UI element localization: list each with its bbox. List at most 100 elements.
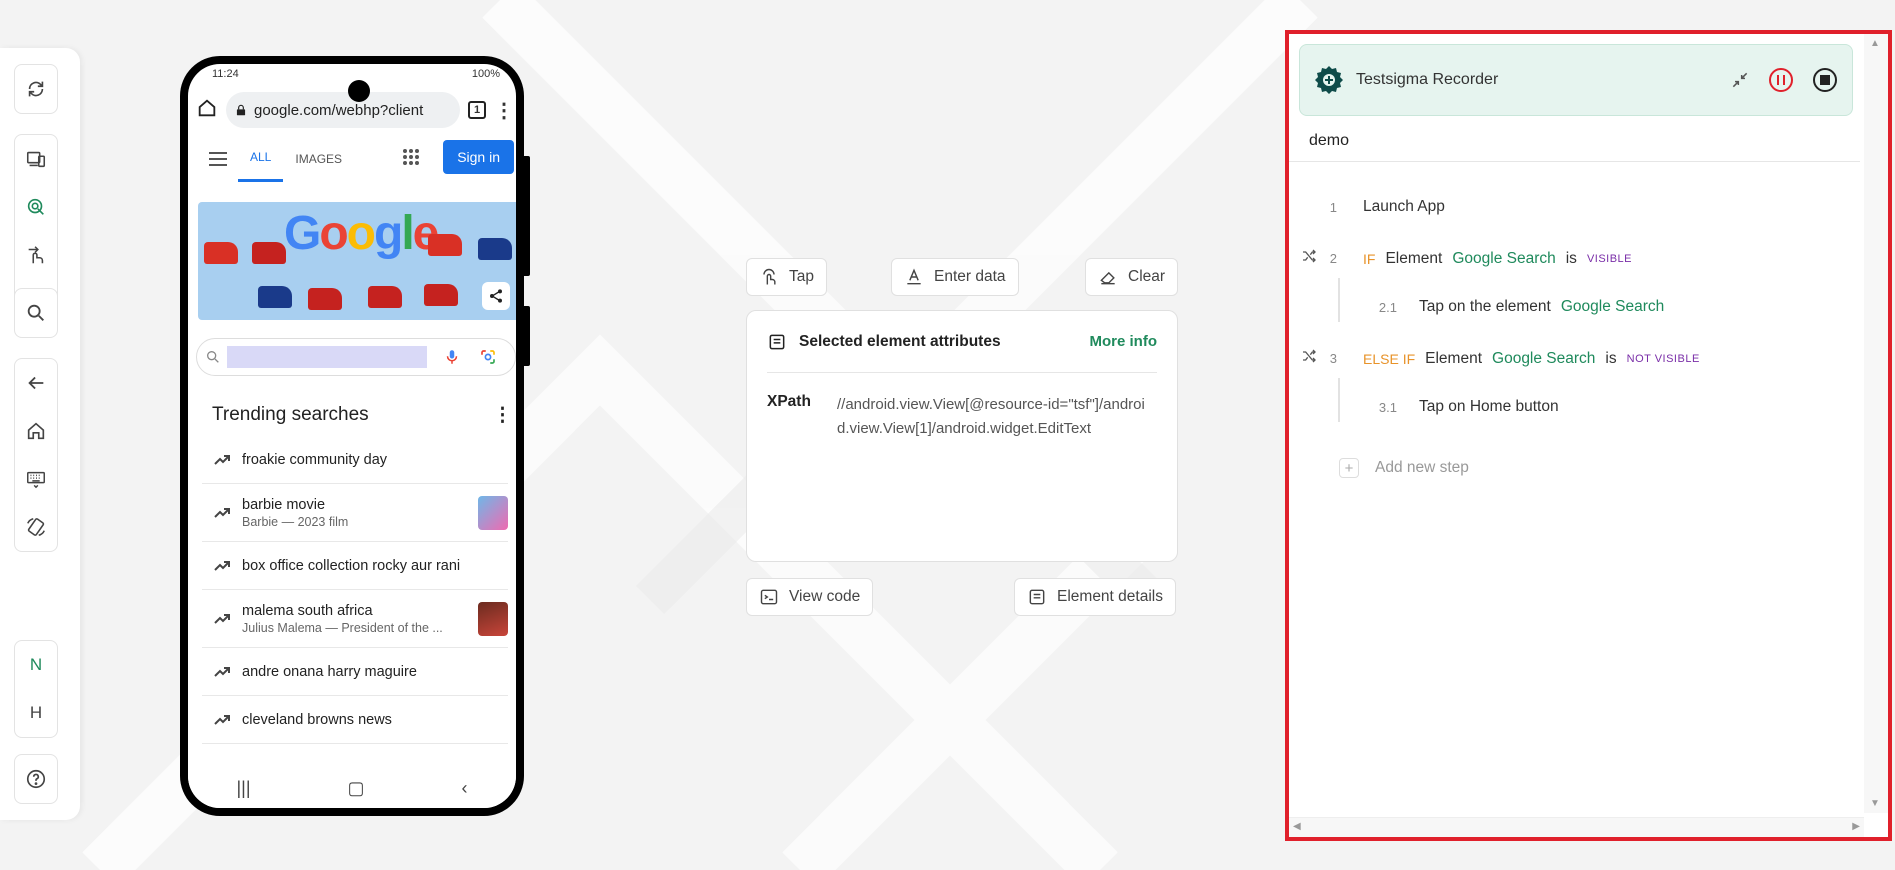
- trending-title: barbie movie: [242, 496, 326, 513]
- step-text: Element: [1385, 249, 1443, 267]
- refresh-icon: [28, 81, 44, 97]
- doodle-shoe: [424, 284, 458, 306]
- google-tab-images[interactable]: IMAGES: [283, 136, 354, 182]
- google-search-box[interactable]: [196, 338, 516, 376]
- step-element[interactable]: Google Search: [1561, 298, 1664, 316]
- search-button[interactable]: [15, 289, 57, 337]
- google-apps-icon[interactable]: [402, 148, 420, 171]
- trending-thumbnail: [478, 495, 508, 530]
- hamburger-menu-icon[interactable]: [198, 152, 238, 166]
- view-code-button[interactable]: View code: [746, 578, 874, 616]
- trending-item[interactable]: box office collection rocky aur rani: [202, 542, 508, 590]
- home-button[interactable]: [15, 407, 57, 455]
- test-case-name[interactable]: demo: [1309, 132, 1349, 150]
- step-number: 3: [1329, 351, 1337, 366]
- device-button[interactable]: [15, 135, 57, 183]
- back-chevron-icon[interactable]: ‹: [462, 778, 468, 799]
- step-condition-badge: NOT VISIBLE: [1626, 352, 1700, 365]
- volume-button: [522, 156, 530, 276]
- refresh-button[interactable]: [15, 65, 57, 113]
- rotate-button[interactable]: [15, 503, 57, 551]
- google-lens-icon[interactable]: [479, 348, 497, 366]
- share-icon: [490, 289, 502, 303]
- element-details-label: Element details: [1057, 588, 1163, 605]
- step-element[interactable]: Google Search: [1452, 250, 1555, 268]
- google-tab-all[interactable]: ALL: [238, 136, 284, 182]
- swipe-gesture-icon: [28, 246, 44, 264]
- step-text: Launch App: [1363, 198, 1445, 215]
- horizontal-scrollbar[interactable]: ◀ ▶: [1289, 817, 1864, 837]
- step-text: is: [1565, 249, 1577, 267]
- tab-count-button[interactable]: 1: [468, 101, 486, 119]
- more-info-link[interactable]: More info: [1090, 333, 1158, 350]
- trending-arrow-icon: [202, 454, 242, 466]
- left-toolbar: N H: [0, 48, 80, 820]
- step-row[interactable]: 2 IF Element Google Search is VISIBLE: [1289, 248, 1632, 269]
- google-doodle[interactable]: Google: [198, 202, 516, 320]
- search-icon: [27, 304, 44, 321]
- lock-icon: [236, 104, 246, 116]
- devices-icon: [26, 151, 46, 168]
- step-row[interactable]: 3.1 Tap on Home button: [1289, 398, 1559, 416]
- step-number: 2.1: [1378, 299, 1397, 315]
- toolbar-group-navigation: [14, 358, 58, 552]
- enter-data-button[interactable]: Enter data: [891, 258, 1019, 296]
- step-row[interactable]: 3 ELSE IF Element Google Search is NOT V…: [1289, 348, 1700, 369]
- stop-recording-button[interactable]: [1812, 67, 1838, 93]
- plus-icon: +: [1339, 458, 1359, 478]
- scroll-left-icon[interactable]: ◀: [1293, 821, 1301, 832]
- element-details-button[interactable]: Element details: [1014, 578, 1176, 616]
- pause-icon: [1769, 68, 1793, 92]
- n-button[interactable]: N: [15, 641, 57, 689]
- trending-item[interactable]: cleveland browns news: [202, 696, 508, 744]
- scroll-up-icon[interactable]: ▲: [1870, 38, 1880, 49]
- doodle-share-button[interactable]: [482, 282, 510, 310]
- tap-gesture-icon: [763, 268, 776, 285]
- step-element[interactable]: Google Search: [1492, 350, 1595, 368]
- microphone-icon[interactable]: [443, 348, 461, 366]
- help-icon: [26, 769, 46, 789]
- trending-title: Trending searches: [212, 404, 369, 425]
- pause-recording-button[interactable]: [1768, 67, 1794, 93]
- trending-arrow-icon: [202, 666, 242, 678]
- inspect-button[interactable]: [15, 183, 57, 231]
- trending-item[interactable]: barbie movie Barbie — 2023 film: [202, 484, 508, 542]
- trending-menu-icon[interactable]: ⋮: [493, 404, 512, 427]
- help-button[interactable]: [15, 755, 57, 803]
- scroll-right-icon[interactable]: ▶: [1852, 821, 1860, 832]
- home-circle-icon[interactable]: ▢: [348, 778, 365, 799]
- attr-value[interactable]: //android.view.View[@resource-id="tsf"]/…: [837, 393, 1157, 441]
- doodle-shoe: [368, 286, 402, 308]
- google-search-input[interactable]: [227, 346, 427, 368]
- clear-button[interactable]: Clear: [1085, 258, 1179, 296]
- step-row[interactable]: 2.1 Tap on the element Google Search: [1289, 298, 1664, 316]
- add-step-row[interactable]: + Add new step: [1339, 458, 1469, 478]
- swipe-button[interactable]: [15, 231, 57, 279]
- step-number: 1: [1329, 199, 1337, 215]
- recent-apps-icon[interactable]: |||: [236, 778, 250, 799]
- back-button[interactable]: [15, 359, 57, 407]
- vertical-scrollbar[interactable]: ▲ ▼: [1864, 34, 1888, 813]
- minimize-button[interactable]: [1730, 70, 1750, 90]
- url-field[interactable]: google.com/webhp?client: [226, 92, 460, 128]
- trending-list: froakie community day barbie movie Barbie…: [188, 436, 516, 744]
- inspect-target-icon: [27, 198, 44, 215]
- h-button[interactable]: H: [15, 689, 57, 737]
- doodle-shoe: [478, 238, 512, 260]
- condition-shuffle-icon: [1289, 248, 1317, 269]
- tap-button[interactable]: Tap: [746, 258, 827, 296]
- step-row[interactable]: 1 Launch App: [1289, 198, 1445, 216]
- device-screen[interactable]: 11:24 100% google.com/webhp?client 1 ⋮ A…: [188, 64, 516, 808]
- browser-menu-icon[interactable]: ⋮: [494, 98, 514, 123]
- scroll-down-icon[interactable]: ▼: [1870, 798, 1880, 809]
- browser-home-icon[interactable]: [196, 97, 218, 124]
- doodle-shoe: [204, 242, 238, 264]
- terminal-icon: [760, 589, 778, 605]
- trending-item[interactable]: froakie community day: [202, 436, 508, 484]
- step-keyword: ELSE IF: [1363, 350, 1416, 367]
- trending-item[interactable]: malema south africa Julius Malema — Presi…: [202, 590, 508, 648]
- trending-item[interactable]: andre onana harry maguire: [202, 648, 508, 696]
- google-signin-button[interactable]: Sign in: [443, 140, 514, 174]
- keyboard-button[interactable]: [15, 455, 57, 503]
- step-keyword: IF: [1363, 250, 1376, 267]
